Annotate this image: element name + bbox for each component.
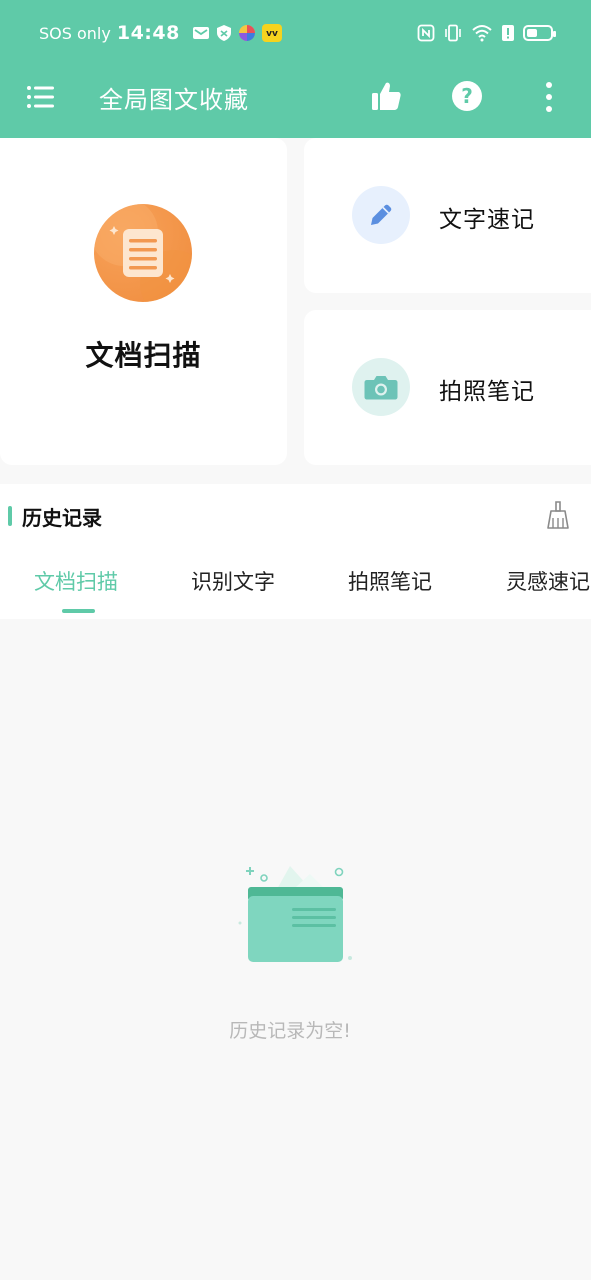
nfc-icon	[417, 24, 435, 42]
vibrate-icon	[445, 24, 461, 42]
document-icon	[94, 204, 192, 302]
more-vertical-icon[interactable]	[540, 81, 558, 113]
history-title: 历史记录	[22, 506, 102, 530]
app-header: SOS only 14:48 vv 全局图文收藏 ?	[0, 0, 591, 138]
history-tabs: 文档扫描 识别文字 拍照笔记 灵感速记	[0, 547, 591, 619]
broom-icon[interactable]	[544, 500, 572, 530]
tab-photo-note[interactable]: 拍照笔记	[348, 566, 432, 596]
clock-text: 14:48	[116, 22, 180, 44]
mail-icon	[192, 27, 209, 39]
status-left: SOS only 14:48 vv	[39, 20, 282, 46]
app-bar: 全局图文收藏 ?	[0, 66, 591, 128]
help-icon[interactable]: ?	[452, 81, 482, 111]
photo-note-label: 拍照笔记	[439, 379, 535, 405]
history-accent-bar	[8, 506, 12, 526]
battery-level	[527, 29, 537, 37]
document-scan-label: 文档扫描	[85, 339, 202, 372]
status-right	[417, 20, 556, 46]
tab-document-scan[interactable]: 文档扫描	[34, 566, 118, 596]
pencil-icon	[352, 186, 410, 244]
thumbs-up-icon[interactable]	[370, 80, 402, 112]
quick-note-card[interactable]: 文字速记	[304, 138, 591, 293]
tab-inspiration-note[interactable]: 灵感速记	[506, 566, 590, 596]
active-tab-indicator	[62, 609, 95, 613]
camera-icon	[352, 358, 410, 416]
carrier-text: SOS only	[39, 23, 111, 43]
empty-state-text: 历史记录为空!	[229, 1020, 351, 1042]
battery-icon	[523, 25, 556, 41]
app-badge-icon: vv	[261, 24, 282, 42]
document-scan-card[interactable]: 文档扫描	[0, 138, 287, 465]
tab-recognize-text[interactable]: 识别文字	[191, 566, 275, 596]
empty-folder-icon	[238, 866, 352, 962]
history-header: 历史记录	[0, 484, 591, 547]
photo-note-card[interactable]: 拍照笔记	[304, 310, 591, 465]
alert-icon	[502, 25, 514, 41]
menu-icon[interactable]	[26, 84, 56, 110]
svg-text:vv: vv	[266, 29, 278, 39]
notification-icons: vv	[192, 24, 282, 42]
status-bar: SOS only 14:48 vv	[0, 0, 591, 66]
quick-note-label: 文字速记	[439, 207, 535, 233]
shield-icon	[216, 25, 231, 41]
app-title: 全局图文收藏	[99, 86, 249, 114]
wifi-icon	[472, 25, 492, 42]
app-color-icon	[238, 25, 255, 41]
